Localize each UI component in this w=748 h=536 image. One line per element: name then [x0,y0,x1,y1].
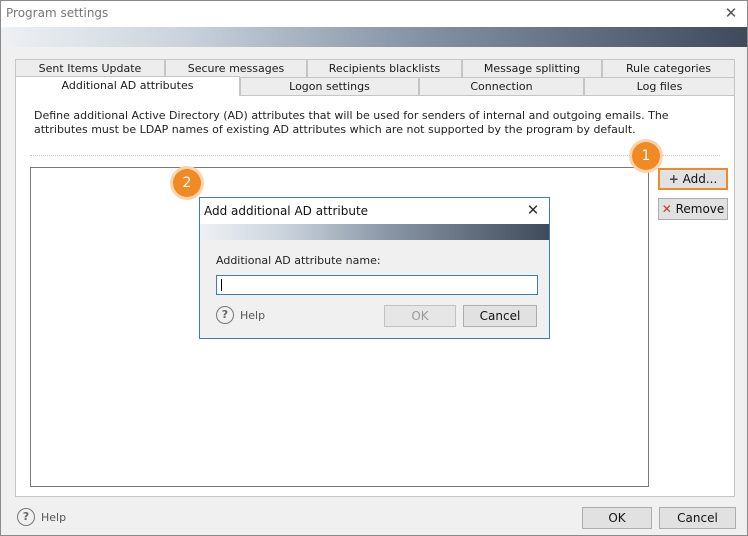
step-badge-2: 2 [173,169,201,197]
remove-x-icon: ✕ [661,202,672,216]
text-caret [221,279,222,291]
plus-icon: + [668,172,679,186]
divider [30,155,720,156]
attribute-name-label: Additional AD attribute name: [216,254,381,267]
add-attribute-dialog: Add additional AD attribute ✕ Additional… [199,197,550,339]
header-banner [1,27,747,47]
add-button[interactable]: + Add... [658,168,728,190]
dialog-title-bar: Add additional AD attribute ✕ [200,198,549,224]
title-bar: Program settings ✕ [1,1,747,27]
dialog-banner [200,224,549,240]
remove-button-label: Remove [675,202,725,216]
footer-help-link[interactable]: ? Help [17,508,66,526]
dialog-help-link[interactable]: ? Help [216,306,265,324]
dialog-close-icon[interactable]: ✕ [525,202,541,218]
tab-logon-settings[interactable]: Logon settings [240,77,419,96]
add-button-label: Add... [682,172,718,186]
dialog-title: Add additional AD attribute [204,204,369,218]
cancel-button[interactable]: Cancel [659,507,736,529]
tab-rule-categories[interactable]: Rule categories [602,59,735,78]
remove-button[interactable]: ✕ Remove [658,198,728,220]
close-icon[interactable]: ✕ [723,5,739,21]
ok-button[interactable]: OK [582,507,652,529]
tab-additional-ad-attributes[interactable]: Additional AD attributes [15,76,240,96]
dialog-ok-button[interactable]: OK [384,305,456,327]
dialog-help-label: Help [240,308,266,322]
help-icon: ? [216,306,234,324]
tab-recipients-blacklists[interactable]: Recipients blacklists [307,59,462,78]
program-settings-window: Program settings ✕ Sent Items Update Sec… [0,0,748,536]
attribute-name-input[interactable] [216,275,538,295]
panel-description: Define additional Active Directory (AD) … [34,109,669,136]
dialog-cancel-button[interactable]: Cancel [463,305,537,327]
window-title: Program settings [6,6,109,20]
tab-connection[interactable]: Connection [419,77,584,96]
help-icon: ? [17,508,35,526]
tab-message-splitting[interactable]: Message splitting [462,59,602,78]
tab-log-files[interactable]: Log files [584,77,735,96]
step-badge-1: 1 [632,142,660,170]
footer-help-label: Help [41,510,67,524]
